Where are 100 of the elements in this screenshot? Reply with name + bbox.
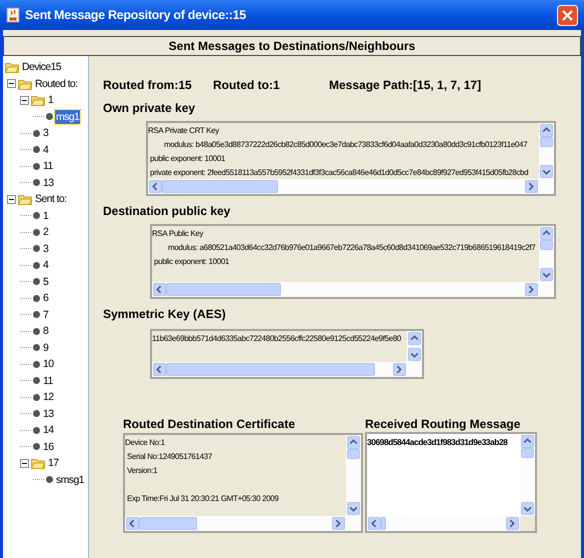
scroll-left-button[interactable] [153, 363, 166, 376]
open-folder-icon [18, 193, 32, 206]
text-line: Device No:1 [125, 437, 166, 449]
scroll-down-button[interactable] [540, 165, 553, 178]
section-heading: Received Routing Message [365, 417, 522, 431]
scroll-thumb[interactable] [540, 240, 553, 250]
scroll-right-button[interactable] [393, 363, 406, 376]
scroll-up-button[interactable] [347, 436, 360, 449]
tree-item[interactable]: 9 [42, 340, 50, 355]
vertical-scrollbar[interactable] [520, 434, 535, 516]
leaf-node-icon [33, 162, 40, 170]
tree-item[interactable]: smsg1 [55, 472, 85, 487]
vertical-scrollbar[interactable] [539, 226, 554, 282]
scroll-thumb[interactable] [540, 137, 553, 147]
text-line: 11b63e69bbb571d4d6335abc722480b2556cffc22580e9125cd55224e9f5e80 [152, 333, 402, 345]
text-line: public exponent: 10001 [149, 153, 226, 165]
leaf-node-icon [33, 262, 40, 269]
collapse-icon[interactable] [7, 79, 16, 88]
scroll-up-button[interactable] [408, 332, 421, 345]
scroll-down-button[interactable] [521, 502, 534, 515]
scroll-up-button[interactable] [521, 435, 534, 448]
tree-item[interactable]: 3 [42, 242, 50, 256]
tree-item[interactable]: msg1 [55, 110, 80, 124]
leaf-node-icon [33, 377, 40, 384]
tree-item[interactable]: Sent to: [34, 192, 68, 206]
tree-item[interactable]: 1 [42, 208, 50, 223]
scroll-right-button[interactable] [525, 180, 538, 193]
tree-item[interactable]: 3 [42, 126, 50, 140]
leaf-node-icon [33, 311, 40, 318]
tree-item[interactable]: 1 [47, 93, 54, 108]
text-area[interactable]: 30698d5844acde3d1f983d31d9e33ab28 [365, 432, 537, 533]
horizontal-scrollbar[interactable] [125, 516, 346, 531]
text-area[interactable]: RSA Public Key modulus: a680521a403d64cc32d76b976e01a9667eb7226a78a45c60d8d341069ae532c719b686519618419c2f7 public exponent: 10001 [150, 224, 556, 299]
tree-item[interactable]: 7 [42, 308, 50, 322]
text-line: Version:1 [126, 465, 158, 477]
scroll-left-button[interactable] [126, 517, 139, 530]
scrollbar-corner [407, 362, 422, 377]
scroll-right-button[interactable] [506, 517, 519, 530]
close-button[interactable] [557, 4, 578, 26]
tree-item[interactable]: 13 [42, 406, 54, 421]
text-line: 30698d5844acde3d1f983d31d9e33ab28 [367, 436, 508, 449]
collapse-icon[interactable] [20, 96, 29, 105]
scroll-down-button[interactable] [540, 268, 553, 281]
scroll-left-button[interactable] [368, 517, 381, 530]
tree-item[interactable]: 4 [42, 258, 50, 272]
horizontal-scrollbar[interactable] [367, 516, 520, 531]
tree-item[interactable]: 2 [42, 225, 50, 240]
open-folder-icon [31, 457, 45, 470]
text-area[interactable] [146, 121, 556, 196]
horizontal-scrollbar[interactable] [152, 282, 539, 297]
tree-item[interactable]: 5 [42, 274, 50, 289]
collapse-icon[interactable] [20, 458, 29, 468]
scrollbar-corner [539, 282, 554, 297]
horizontal-scrollbar[interactable] [148, 179, 539, 194]
tree-item[interactable]: 10 [42, 357, 54, 372]
scroll-thumb[interactable] [166, 363, 375, 376]
scroll-thumb[interactable] [347, 449, 360, 459]
text-line: RSA Private CRT Key [148, 125, 220, 137]
scroll-left-button[interactable] [153, 283, 166, 296]
scroll-thumb[interactable] [166, 283, 281, 296]
scroll-thumb[interactable] [521, 448, 534, 458]
scroll-thumb[interactable] [162, 180, 278, 193]
scroll-up-button[interactable] [540, 124, 553, 137]
scroll-thumb[interactable] [139, 517, 197, 530]
scroll-left-button[interactable] [149, 180, 162, 193]
leaf-node-icon [33, 245, 40, 252]
scroll-up-button[interactable] [540, 227, 553, 240]
scroll-down-button[interactable] [347, 502, 360, 515]
app-icon [6, 7, 20, 23]
leaf-node-icon [33, 328, 40, 335]
tree-item[interactable]: 8 [42, 324, 50, 338]
tree-item[interactable]: 4 [42, 142, 50, 157]
scroll-right-button[interactable] [332, 517, 345, 530]
leaf-node-icon [33, 426, 40, 434]
tree-item[interactable]: 11 [42, 374, 54, 388]
text-area[interactable]: 11b63e69bbb571d4d6335abc722480b2556cffc22580e9125cd55224e9f5e80 [150, 329, 424, 379]
collapse-icon[interactable] [7, 194, 16, 204]
vertical-scrollbar[interactable] [407, 331, 422, 362]
section-heading: Routed Destination Certificate [123, 417, 296, 431]
scroll-right-button[interactable] [525, 283, 538, 296]
leaf-node-icon [33, 360, 40, 368]
scroll-thumb[interactable] [381, 517, 386, 530]
tree-item[interactable]: 17 [47, 456, 60, 470]
horizontal-scrollbar[interactable] [152, 362, 407, 377]
tree-item[interactable]: Device15 [21, 60, 62, 74]
vertical-scrollbar[interactable] [346, 435, 361, 516]
tree-item[interactable]: 11 [42, 159, 54, 174]
leaf-node-icon [33, 179, 40, 186]
open-folder-icon [31, 94, 45, 106]
tree-item[interactable]: 13 [42, 176, 54, 190]
vertical-scrollbar[interactable] [539, 123, 554, 179]
text-area[interactable]: Device No:1 Serial No:1249051761437 Version:1 Exp Time:Fri Jul 31 20:30:21 GMT+05:30 2009 [123, 433, 363, 533]
tree-item[interactable]: 16 [42, 440, 54, 454]
tree-item[interactable]: Routed to: [34, 76, 78, 91]
tree-item[interactable]: 14 [42, 423, 54, 438]
tree-item[interactable]: 6 [42, 291, 50, 306]
section-heading: Own private key [103, 101, 196, 115]
scroll-down-button[interactable] [408, 348, 421, 361]
tree-item[interactable]: 12 [42, 390, 54, 404]
scrollbar-corner [539, 179, 554, 194]
